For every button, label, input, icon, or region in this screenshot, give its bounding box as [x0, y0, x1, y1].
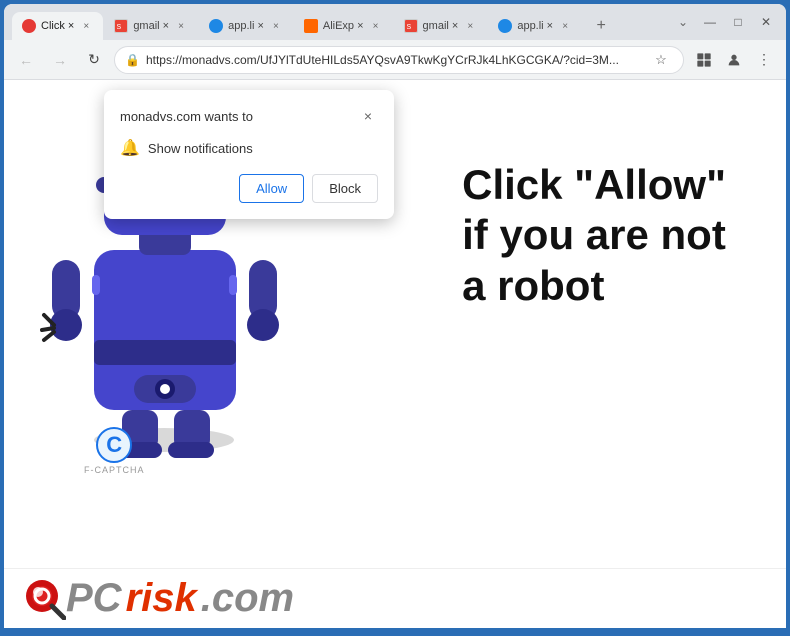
com-text: .com — [201, 576, 294, 621]
reload-button[interactable]: ↻ — [80, 46, 108, 74]
popup-header: monadvs.com wants to × — [120, 106, 378, 126]
extensions-button[interactable] — [690, 46, 718, 74]
tab-2[interactable]: S gmail × × — [104, 12, 198, 40]
tab-close-3[interactable]: × — [269, 19, 283, 33]
profile-button[interactable] — [720, 46, 748, 74]
svg-text:S: S — [406, 24, 411, 31]
tab-6[interactable]: app.li × × — [488, 12, 582, 40]
title-bar: Click × × S gmail × × app.li × × AliExp — [4, 4, 786, 40]
tab-close-1[interactable]: × — [79, 19, 93, 33]
tab-label-5: gmail × — [423, 20, 459, 32]
pcrisk-logo: PC risk .com — [66, 576, 294, 621]
tab-5[interactable]: S gmail × × — [394, 12, 488, 40]
tab-favicon-1 — [22, 19, 36, 33]
tab-4[interactable]: AliExp × × — [294, 12, 393, 40]
tab-scroll-icon[interactable]: ⌄ — [678, 15, 688, 29]
tab-label-1: Click × — [41, 20, 74, 32]
tab-close-4[interactable]: × — [369, 19, 383, 33]
bell-icon: 🔔 — [120, 138, 140, 158]
popup-close-button[interactable]: × — [358, 106, 378, 126]
maximize-button[interactable]: □ — [726, 12, 750, 32]
captcha-icon: C — [96, 427, 132, 463]
tab-close-2[interactable]: × — [174, 19, 188, 33]
svg-text:S: S — [117, 24, 122, 31]
main-text-line2: if you are not — [462, 210, 726, 260]
chrome-menu-button[interactable]: ⋮ — [750, 46, 778, 74]
permission-label: Show notifications — [148, 141, 253, 156]
tabs-area: Click × × S gmail × × app.li × × AliExp — [12, 4, 678, 40]
pc-text: PC — [66, 576, 122, 621]
toolbar-icons: ⋮ — [690, 46, 778, 74]
tab-favicon-4 — [304, 19, 318, 33]
close-button[interactable]: ✕ — [754, 12, 778, 32]
block-button[interactable]: Block — [312, 174, 378, 203]
notification-popup: monadvs.com wants to × 🔔 Show notificati… — [104, 90, 394, 219]
main-text-line3: a robot — [462, 261, 726, 311]
captcha-label: F-CAPTCHA — [84, 465, 145, 475]
tab-favicon-5: S — [404, 19, 418, 33]
back-button[interactable]: ← — [12, 46, 40, 74]
navigation-bar: ← → ↻ 🔒 https://monadvs.com/UfJYlTdUteHI… — [4, 40, 786, 80]
url-text: https://monadvs.com/UfJYlTdUteHILds5AYQs… — [146, 53, 643, 67]
captcha-area: C F-CAPTCHA — [84, 427, 145, 475]
tab-3[interactable]: app.li × × — [199, 12, 293, 40]
tab-close-6[interactable]: × — [558, 19, 572, 33]
tab-label-6: app.li × — [517, 20, 553, 32]
minimize-button[interactable]: — — [698, 12, 722, 32]
browser-window: Click × × S gmail × × app.li × × AliExp — [4, 4, 786, 628]
tab-favicon-2: S — [114, 19, 128, 33]
popup-title: monadvs.com wants to — [120, 109, 253, 124]
forward-button[interactable]: → — [46, 46, 74, 74]
popup-buttons: Allow Block — [120, 174, 378, 203]
security-lock-icon: 🔒 — [125, 53, 140, 67]
tab-favicon-3 — [209, 19, 223, 33]
page-content: monadvs.com wants to × 🔔 Show notificati… — [4, 80, 786, 628]
popup-permission-row: 🔔 Show notifications — [120, 138, 378, 158]
allow-button[interactable]: Allow — [239, 174, 304, 203]
main-message: Click "Allow" if you are not a robot — [462, 160, 726, 311]
tab-label-3: app.li × — [228, 20, 264, 32]
tab-label-2: gmail × — [133, 20, 169, 32]
new-tab-button[interactable]: + — [587, 12, 615, 40]
tab-label-4: AliExp × — [323, 20, 364, 32]
window-controls: ⌄ — □ ✕ — [678, 12, 778, 32]
pcrisk-search-icon — [24, 578, 66, 620]
main-text-line1: Click "Allow" — [462, 160, 726, 210]
tab-close-5[interactable]: × — [463, 19, 477, 33]
risk-text: risk — [126, 576, 197, 621]
tab-1[interactable]: Click × × — [12, 12, 103, 40]
address-bar[interactable]: 🔒 https://monadvs.com/UfJYlTdUteHILds5AY… — [114, 46, 684, 74]
tab-favicon-6 — [498, 19, 512, 33]
address-bar-actions: ☆ — [649, 48, 673, 72]
bookmark-button[interactable]: ☆ — [649, 48, 673, 72]
pcrisk-footer: PC risk .com — [4, 568, 786, 628]
